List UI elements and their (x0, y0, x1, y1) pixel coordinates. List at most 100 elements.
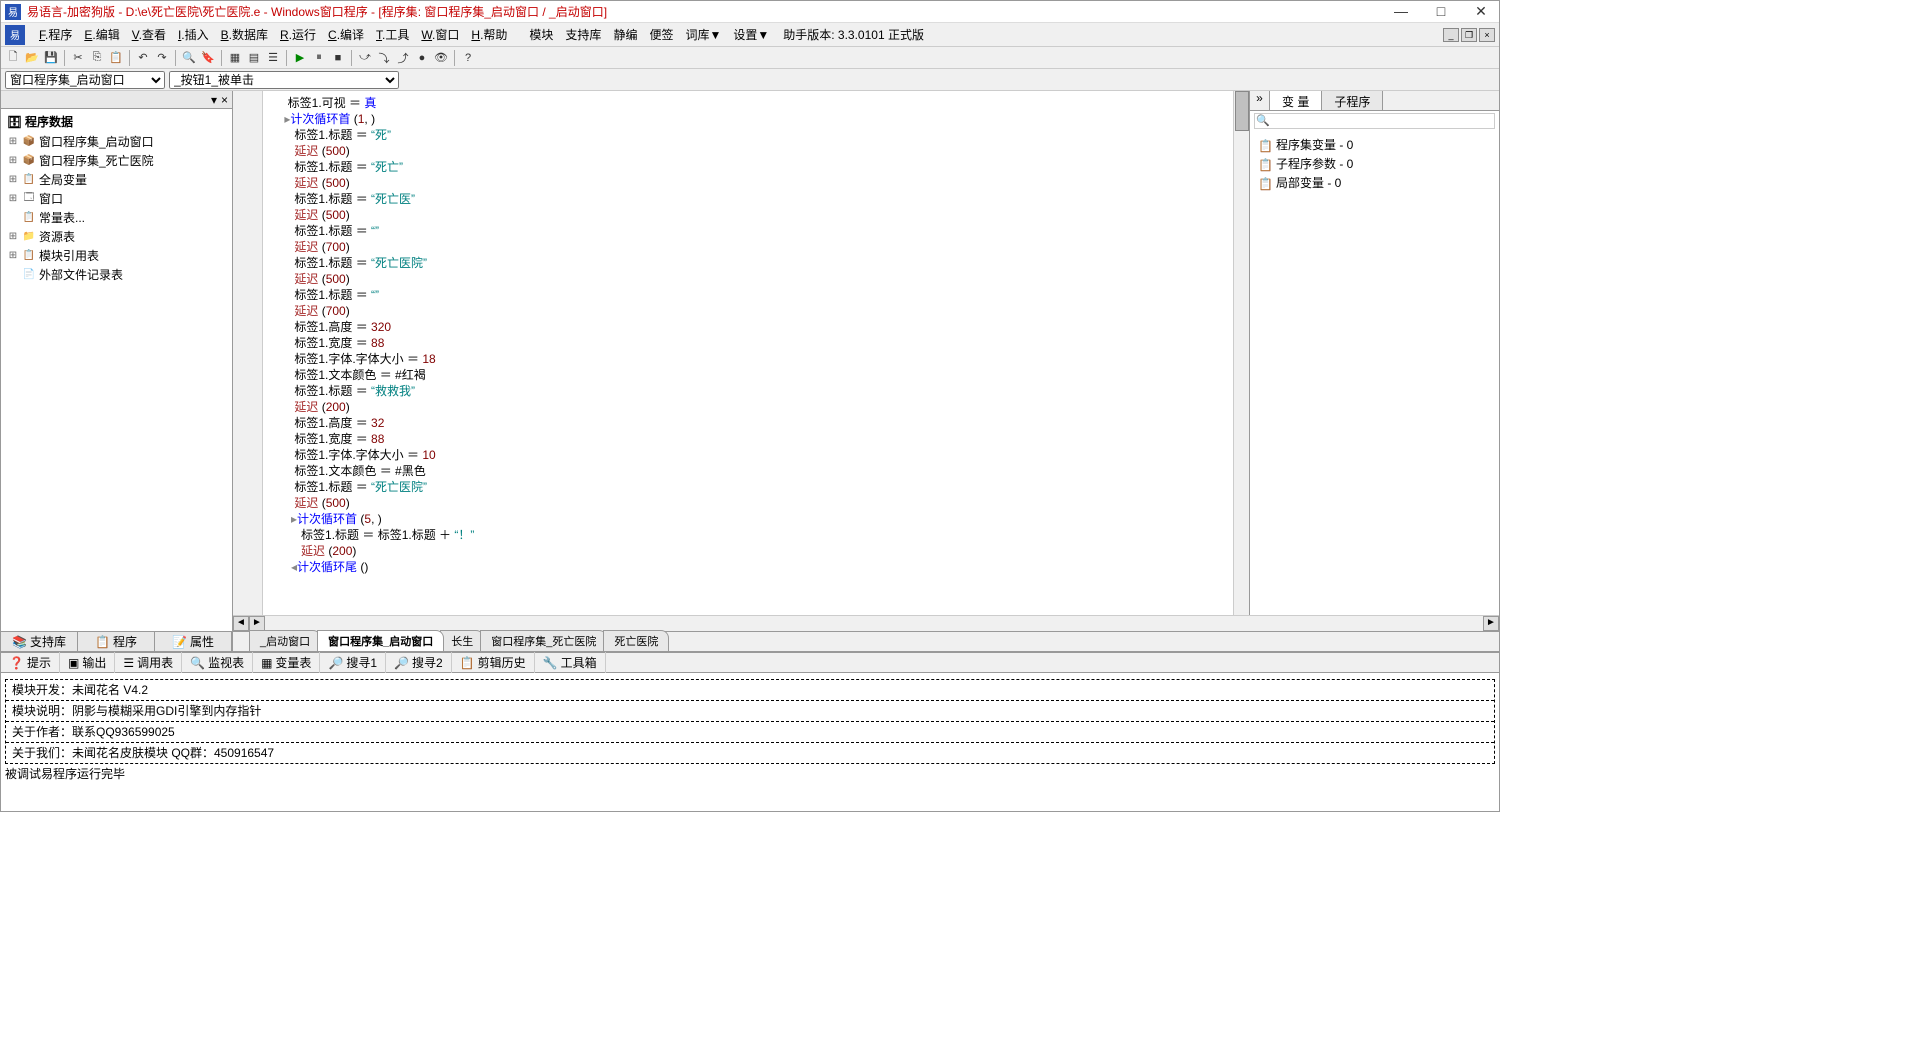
code-line[interactable]: 延迟 (500) (271, 175, 1225, 191)
code-line[interactable]: ▸计次循环首 (1, ) (271, 111, 1225, 127)
undo-icon[interactable]: ↶ (135, 50, 151, 66)
menu-item[interactable]: I.插入 (172, 26, 215, 43)
menu-extra-item[interactable]: 词库▼ (679, 26, 727, 43)
menu-extra-item[interactable]: 静编 (607, 26, 643, 43)
panel-pin-icon[interactable]: ▾ (211, 93, 217, 107)
panel-expand-icon[interactable]: » (1250, 91, 1270, 110)
variable-group[interactable]: 📋子程序参数 - 0 (1254, 154, 1495, 173)
stop-icon[interactable]: ■ (330, 50, 346, 66)
scroll-end-icon[interactable]: ► (1483, 616, 1499, 631)
tab-support-lib[interactable]: 📚支持库 (1, 632, 78, 651)
code-line[interactable]: 延迟 (500) (271, 271, 1225, 287)
code-line[interactable]: 标签1.标题 ＝ “死亡医院” (271, 255, 1225, 271)
stepover-icon[interactable]: ⤻ (357, 50, 373, 66)
tab-subroutines[interactable]: 子程序 (1322, 91, 1383, 110)
stepin-icon[interactable]: ⤵ (376, 50, 392, 66)
menu-item[interactable]: F.程序 (33, 26, 78, 43)
output-panel[interactable]: 模块开发：未闻花名 V4.2模块说明：阴影与模糊采用GDI引擎到内存指针关于作者… (1, 673, 1499, 811)
panel-close-icon[interactable]: × (221, 93, 228, 107)
menu-item[interactable]: C.编译 (322, 26, 370, 43)
tree-root[interactable]: 🗄 程序数据 (3, 111, 230, 132)
variable-group[interactable]: 📋程序集变量 - 0 (1254, 135, 1495, 154)
tree-node[interactable]: ⊞🗔窗口 (3, 189, 230, 208)
code-line[interactable]: 标签1.标题 ＝ “死亡医院” (271, 479, 1225, 495)
scroll-right-icon[interactable]: ► (249, 616, 265, 631)
help-icon[interactable]: ? (460, 50, 476, 66)
find-icon[interactable]: 🔍 (181, 50, 197, 66)
code-line[interactable]: 延迟 (500) (271, 143, 1225, 159)
bottom-tab[interactable]: 🔎搜寻2 (386, 652, 452, 673)
code-line[interactable]: 标签1.标题 ＝ “救救我” (271, 383, 1225, 399)
code-line[interactable]: 标签1.字体.字体大小 ＝ 18 (271, 351, 1225, 367)
bottom-tab[interactable]: 📋剪辑历史 (452, 652, 535, 673)
expand-icon[interactable]: ⊞ (7, 193, 19, 204)
editor-tab[interactable]: 死亡医院 (603, 630, 669, 651)
menu-item[interactable]: H.帮助 (465, 26, 513, 43)
variable-group[interactable]: 📋局部变量 - 0 (1254, 173, 1495, 192)
new-icon[interactable]: 🗋 (5, 50, 21, 66)
tab-program[interactable]: 📋程序 (78, 632, 155, 651)
stepout-icon[interactable]: ⤴ (395, 50, 411, 66)
tree-node[interactable]: 📋常量表... (3, 208, 230, 227)
breakpoint-icon[interactable]: ● (414, 50, 430, 66)
bottom-tab[interactable]: 🔍监视表 (182, 652, 253, 673)
procedure-select[interactable]: _按钮1_被单击 (169, 71, 399, 89)
code-line[interactable]: 延迟 (500) (271, 207, 1225, 223)
tab-variables[interactable]: 变 量 (1270, 91, 1322, 110)
bookmark-icon[interactable]: 🔖 (200, 50, 216, 66)
code-line[interactable]: ▸计次循环首 (5, ) (271, 511, 1225, 527)
menu-item[interactable]: W.窗口 (415, 26, 465, 43)
code-line[interactable]: 标签1.字体.字体大小 ＝ 10 (271, 447, 1225, 463)
editor-tab[interactable]: 长生 (440, 630, 484, 651)
menu-extra-item[interactable]: 支持库 (559, 26, 607, 43)
code-line[interactable]: 延迟 (200) (271, 399, 1225, 415)
expand-icon[interactable]: ⊞ (7, 155, 19, 166)
mdi-close-button[interactable]: × (1479, 28, 1495, 42)
editor-hscrollbar[interactable]: ◄ ► ► (233, 615, 1499, 631)
mdi-restore-button[interactable]: ❐ (1461, 28, 1477, 42)
tree-node[interactable]: ⊞📦窗口程序集_启动窗口 (3, 132, 230, 151)
run-icon[interactable]: ▶ (292, 50, 308, 66)
bottom-tab[interactable]: 🔧工具箱 (535, 652, 606, 673)
code-line[interactable]: 延迟 (200) (271, 543, 1225, 559)
list-icon[interactable]: ☰ (265, 50, 281, 66)
bottom-tab[interactable]: ▣输出 (60, 652, 115, 673)
code-line[interactable]: 标签1.标题 ＝ 标签1.标题 ＋ “！” (271, 527, 1225, 543)
bottom-tab[interactable]: ❓提示 (1, 652, 60, 673)
grid-icon[interactable]: ▤ (246, 50, 262, 66)
menu-item[interactable]: R.运行 (274, 26, 322, 43)
expand-icon[interactable]: ⊞ (7, 250, 19, 261)
maximize-button[interactable]: □ (1427, 3, 1455, 20)
menu-item[interactable]: B.数据库 (215, 26, 274, 43)
code-line[interactable]: ◂计次循环尾 () (271, 559, 1225, 575)
editor-tab[interactable]: _启动窗口 (249, 630, 321, 651)
menu-item[interactable]: T.工具 (370, 26, 415, 43)
code-line[interactable]: 标签1.可视 ＝ 真 (271, 95, 1225, 111)
code-line[interactable]: 标签1.标题 ＝ “” (271, 287, 1225, 303)
close-button[interactable]: ✕ (1467, 3, 1495, 20)
variable-search-input[interactable] (1254, 113, 1495, 129)
mdi-minimize-button[interactable]: _ (1443, 28, 1459, 42)
expand-icon[interactable]: ⊞ (7, 231, 19, 242)
code-line[interactable]: 标签1.标题 ＝ “死亡医” (271, 191, 1225, 207)
tree-node[interactable]: ⊞📋模块引用表 (3, 246, 230, 265)
code-line[interactable]: 标签1.标题 ＝ “死亡” (271, 159, 1225, 175)
copy-icon[interactable]: ⎘ (89, 50, 105, 66)
menu-extra-item[interactable]: 模块 (523, 26, 559, 43)
redo-icon[interactable]: ↷ (154, 50, 170, 66)
minimize-button[interactable]: — (1387, 3, 1415, 20)
code-line[interactable]: 标签1.标题 ＝ “死” (271, 127, 1225, 143)
bottom-tab[interactable]: 🔎搜寻1 (320, 652, 386, 673)
tree-node[interactable]: ⊞📦窗口程序集_死亡医院 (3, 151, 230, 170)
menu-item[interactable]: E.编辑 (78, 26, 125, 43)
menu-extra-item[interactable]: 设置▼ (727, 26, 775, 43)
tab-properties[interactable]: 📝属性 (155, 632, 232, 651)
expand-icon[interactable] (7, 269, 19, 280)
expand-icon[interactable]: ⊞ (7, 136, 19, 147)
editor-tab[interactable]: 窗口程序集_启动窗口 (317, 630, 444, 651)
code-line[interactable]: 延迟 (700) (271, 303, 1225, 319)
editor-tab[interactable]: 窗口程序集_死亡医院 (480, 630, 607, 651)
tree-node[interactable]: ⊞📋全局变量 (3, 170, 230, 189)
paste-icon[interactable]: 📋 (108, 50, 124, 66)
tree-node[interactable]: ⊞📁资源表 (3, 227, 230, 246)
